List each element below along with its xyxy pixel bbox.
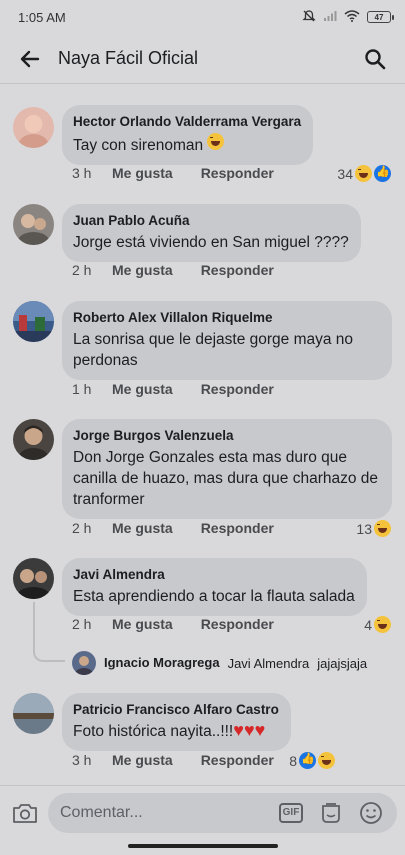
gif-button[interactable]: GIF bbox=[275, 797, 307, 829]
comment-actions: 2 h Me gusta Responder bbox=[72, 262, 274, 278]
comment-bubble[interactable]: Roberto Alex Villalon Riquelme La sonris… bbox=[62, 301, 392, 380]
comment-time[interactable]: 2 h bbox=[72, 616, 112, 632]
avatar[interactable] bbox=[13, 301, 54, 342]
like-reaction-icon bbox=[374, 165, 391, 182]
comment-text: Don Jorge Gonzales esta mas duro que can… bbox=[73, 449, 379, 508]
reply-button[interactable]: Responder bbox=[201, 616, 274, 632]
reply-button[interactable]: Responder bbox=[201, 381, 274, 397]
like-button[interactable]: Me gusta bbox=[112, 616, 173, 632]
reply-mention[interactable]: Javi Almendra bbox=[228, 656, 310, 671]
comment-time[interactable]: 3 h bbox=[72, 752, 112, 768]
back-button[interactable] bbox=[14, 43, 46, 75]
reply-text: jajajsjaja bbox=[317, 655, 368, 671]
reply-button[interactable]: Responder bbox=[201, 165, 274, 181]
like-button[interactable]: Me gusta bbox=[112, 752, 173, 768]
reply-button[interactable]: Responder bbox=[201, 752, 274, 768]
reply-button[interactable]: Responder bbox=[201, 262, 274, 278]
like-button[interactable]: Me gusta bbox=[112, 262, 173, 278]
comment-author[interactable]: Patricio Francisco Alfaro Castro bbox=[73, 701, 279, 719]
camera-button[interactable] bbox=[12, 796, 38, 830]
comment-author[interactable]: Roberto Alex Villalon Riquelme bbox=[73, 309, 380, 327]
comment-author[interactable]: Jorge Burgos Valenzuela bbox=[73, 427, 380, 445]
comment-actions: 2 h Me gusta Responder bbox=[72, 520, 274, 536]
home-indicator[interactable] bbox=[128, 844, 278, 848]
mute-icon bbox=[302, 9, 316, 26]
avatar[interactable] bbox=[13, 419, 54, 460]
battery-icon: 47 bbox=[367, 11, 394, 23]
camera-icon bbox=[13, 803, 37, 823]
avatar[interactable] bbox=[13, 558, 54, 599]
reaction-summary[interactable]: 4 bbox=[364, 616, 391, 633]
reaction-count: 13 bbox=[356, 520, 372, 537]
gif-icon: GIF bbox=[279, 802, 303, 823]
search-icon bbox=[365, 48, 386, 69]
system-nav-bar bbox=[0, 839, 405, 855]
wifi-icon bbox=[344, 9, 360, 25]
reaction-summary[interactable]: 8 bbox=[289, 752, 335, 769]
status-bar: 1:05 AM 47 bbox=[0, 0, 405, 34]
like-button[interactable]: Me gusta bbox=[112, 520, 173, 536]
comment-time[interactable]: 2 h bbox=[72, 262, 112, 278]
avatar[interactable] bbox=[13, 107, 54, 148]
haha-reaction-icon bbox=[374, 616, 391, 633]
signal-icon bbox=[323, 10, 337, 25]
comment-composer: GIF bbox=[0, 785, 405, 839]
reaction-summary[interactable]: 13 bbox=[356, 520, 391, 537]
comment-actions: 2 h Me gusta Responder bbox=[72, 616, 274, 632]
comment-input-container[interactable]: GIF bbox=[48, 792, 397, 833]
reply-preview[interactable]: Ignacio Moragrega Javi Almendra jajajsja… bbox=[72, 651, 367, 675]
comment-text: Jorge está viviendo en San miguel ???? bbox=[73, 234, 349, 251]
emoji-button[interactable] bbox=[355, 797, 387, 829]
comment-time[interactable]: 3 h bbox=[72, 165, 112, 181]
reply-button[interactable]: Responder bbox=[201, 520, 274, 536]
comment-time[interactable]: 2 h bbox=[72, 520, 112, 536]
reply-author[interactable]: Ignacio Moragrega bbox=[104, 654, 220, 672]
heart-emoji-icon: ♥ bbox=[254, 720, 266, 740]
status-time: 1:05 AM bbox=[18, 9, 66, 25]
comment-bubble[interactable]: Juan Pablo Acuña Jorge está viviendo en … bbox=[62, 204, 361, 262]
comment-input[interactable] bbox=[60, 803, 267, 822]
comment-text: Esta aprendiendo a tocar la flauta salad… bbox=[73, 588, 355, 605]
avatar[interactable] bbox=[13, 693, 54, 734]
comment-bubble[interactable]: Hector Orlando Valderrama Vergara Tay co… bbox=[62, 105, 314, 165]
comment-time[interactable]: 1 h bbox=[72, 381, 112, 397]
comment-author[interactable]: Juan Pablo Acuña bbox=[73, 212, 349, 230]
avatar[interactable] bbox=[13, 204, 54, 245]
status-icons: 47 bbox=[302, 9, 394, 26]
page-title: Naya Fácil Oficial bbox=[58, 48, 199, 68]
comment-bubble[interactable]: Patricio Francisco Alfaro Castro Foto hi… bbox=[62, 693, 291, 751]
comment-author[interactable]: Hector Orlando Valderrama Vergara bbox=[73, 113, 301, 131]
arrow-left-icon bbox=[20, 50, 40, 67]
haha-reaction-icon bbox=[355, 165, 372, 182]
comment-list[interactable]: Hector Orlando Valderrama Vergara Tay co… bbox=[0, 85, 405, 785]
reply-thread-line bbox=[33, 602, 65, 662]
sticker-icon bbox=[322, 802, 340, 823]
like-button[interactable]: Me gusta bbox=[112, 381, 173, 397]
reaction-count: 4 bbox=[364, 616, 372, 633]
reaction-count: 8 bbox=[289, 752, 297, 769]
emoji-icon bbox=[360, 801, 382, 824]
comment-actions: 1 h Me gusta Responder bbox=[72, 381, 274, 397]
like-button[interactable]: Me gusta bbox=[112, 165, 173, 181]
comment-text: Foto histórica nayita..!!!♥♥♥ bbox=[73, 720, 266, 740]
comment-bubble[interactable]: Javi Almendra Esta aprendiendo a tocar l… bbox=[62, 558, 367, 616]
like-reaction-icon bbox=[299, 752, 316, 769]
heart-emoji-icon: ♥ bbox=[233, 720, 244, 740]
comment-text: Tay con sirenoman bbox=[73, 133, 301, 156]
comment-actions: 3 h Me gusta Responder bbox=[72, 165, 274, 181]
heart-emoji-icon: ♥ bbox=[243, 720, 255, 740]
avatar[interactable] bbox=[72, 651, 96, 675]
laughing-emoji-icon bbox=[207, 133, 225, 150]
reaction-summary[interactable]: 34 bbox=[337, 165, 391, 182]
haha-reaction-icon bbox=[374, 520, 391, 537]
comment-bubble[interactable]: Jorge Burgos Valenzuela Don Jorge Gonzal… bbox=[62, 419, 392, 519]
comment-author[interactable]: Javi Almendra bbox=[73, 566, 355, 584]
search-button[interactable] bbox=[359, 43, 391, 75]
comment-actions: 3 h Me gusta Responder bbox=[72, 752, 274, 768]
comment-text: La sonrisa que le dejaste gorge maya no … bbox=[73, 331, 354, 369]
app-bar: Naya Fácil Oficial bbox=[0, 34, 405, 84]
reaction-count: 34 bbox=[337, 165, 353, 182]
haha-reaction-icon bbox=[318, 752, 335, 769]
sticker-button[interactable] bbox=[315, 797, 347, 829]
